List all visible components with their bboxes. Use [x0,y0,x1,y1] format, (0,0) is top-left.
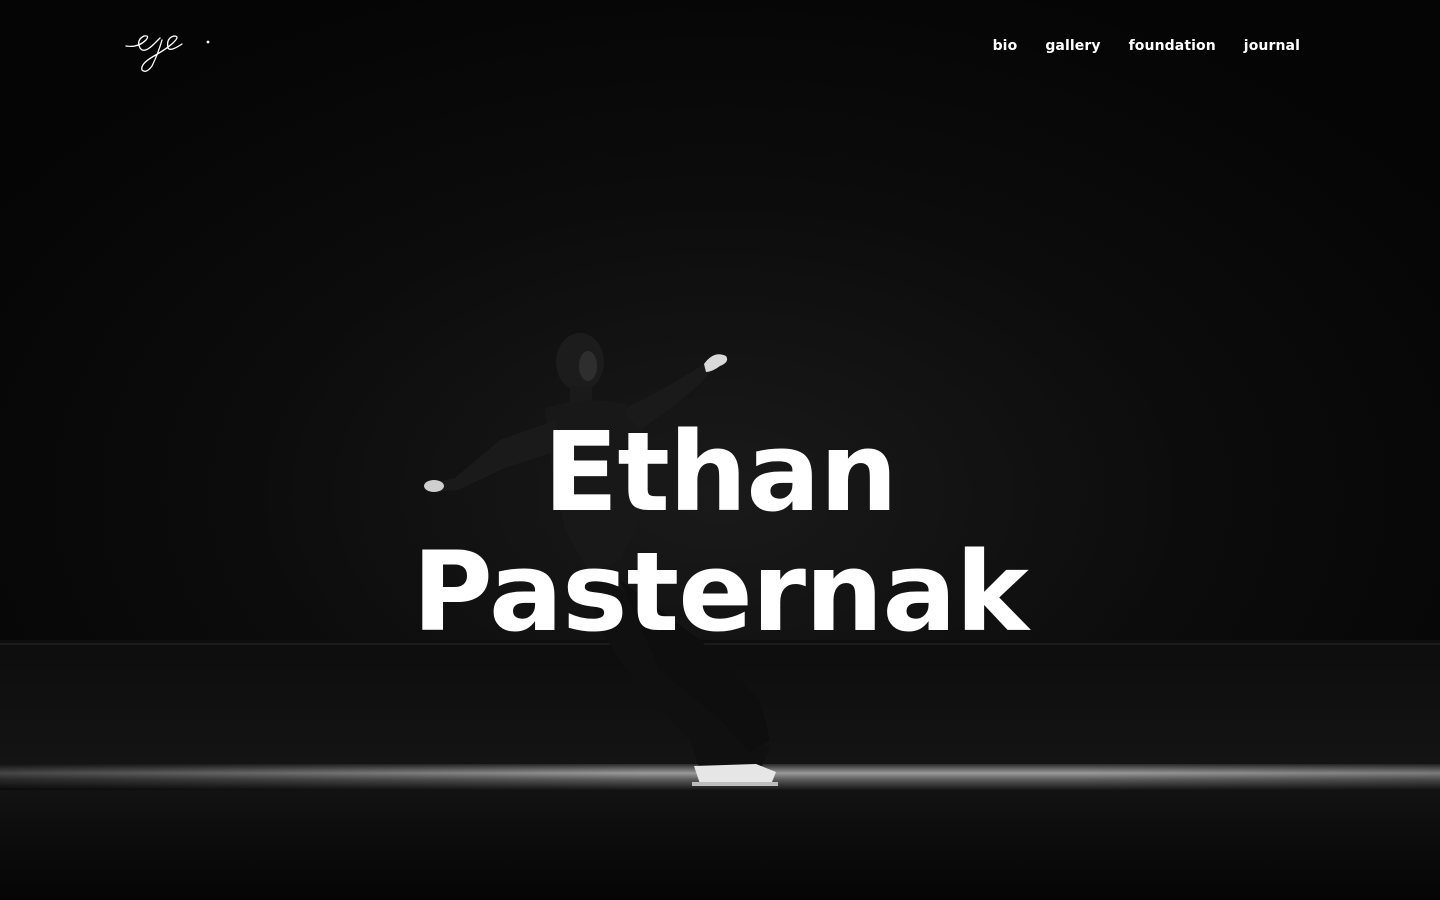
nav-link-gallery[interactable]: gallery [1045,36,1100,56]
nav-link-bio[interactable]: bio [993,36,1018,56]
hero-title-last-name: Pasternak [412,528,1029,656]
site-header: bio gallery foundation journal [0,0,1440,92]
hero-title: Ethan Pasternak [0,412,1440,652]
nav-link-journal[interactable]: journal [1244,36,1300,56]
signature-logo-icon[interactable] [124,26,220,76]
nav-link-foundation[interactable]: foundation [1129,36,1216,56]
main-nav: bio gallery foundation journal [993,36,1300,56]
page: bio gallery foundation journal Ethan Pas… [0,0,1440,900]
hero-title-first-name: Ethan [543,408,898,536]
